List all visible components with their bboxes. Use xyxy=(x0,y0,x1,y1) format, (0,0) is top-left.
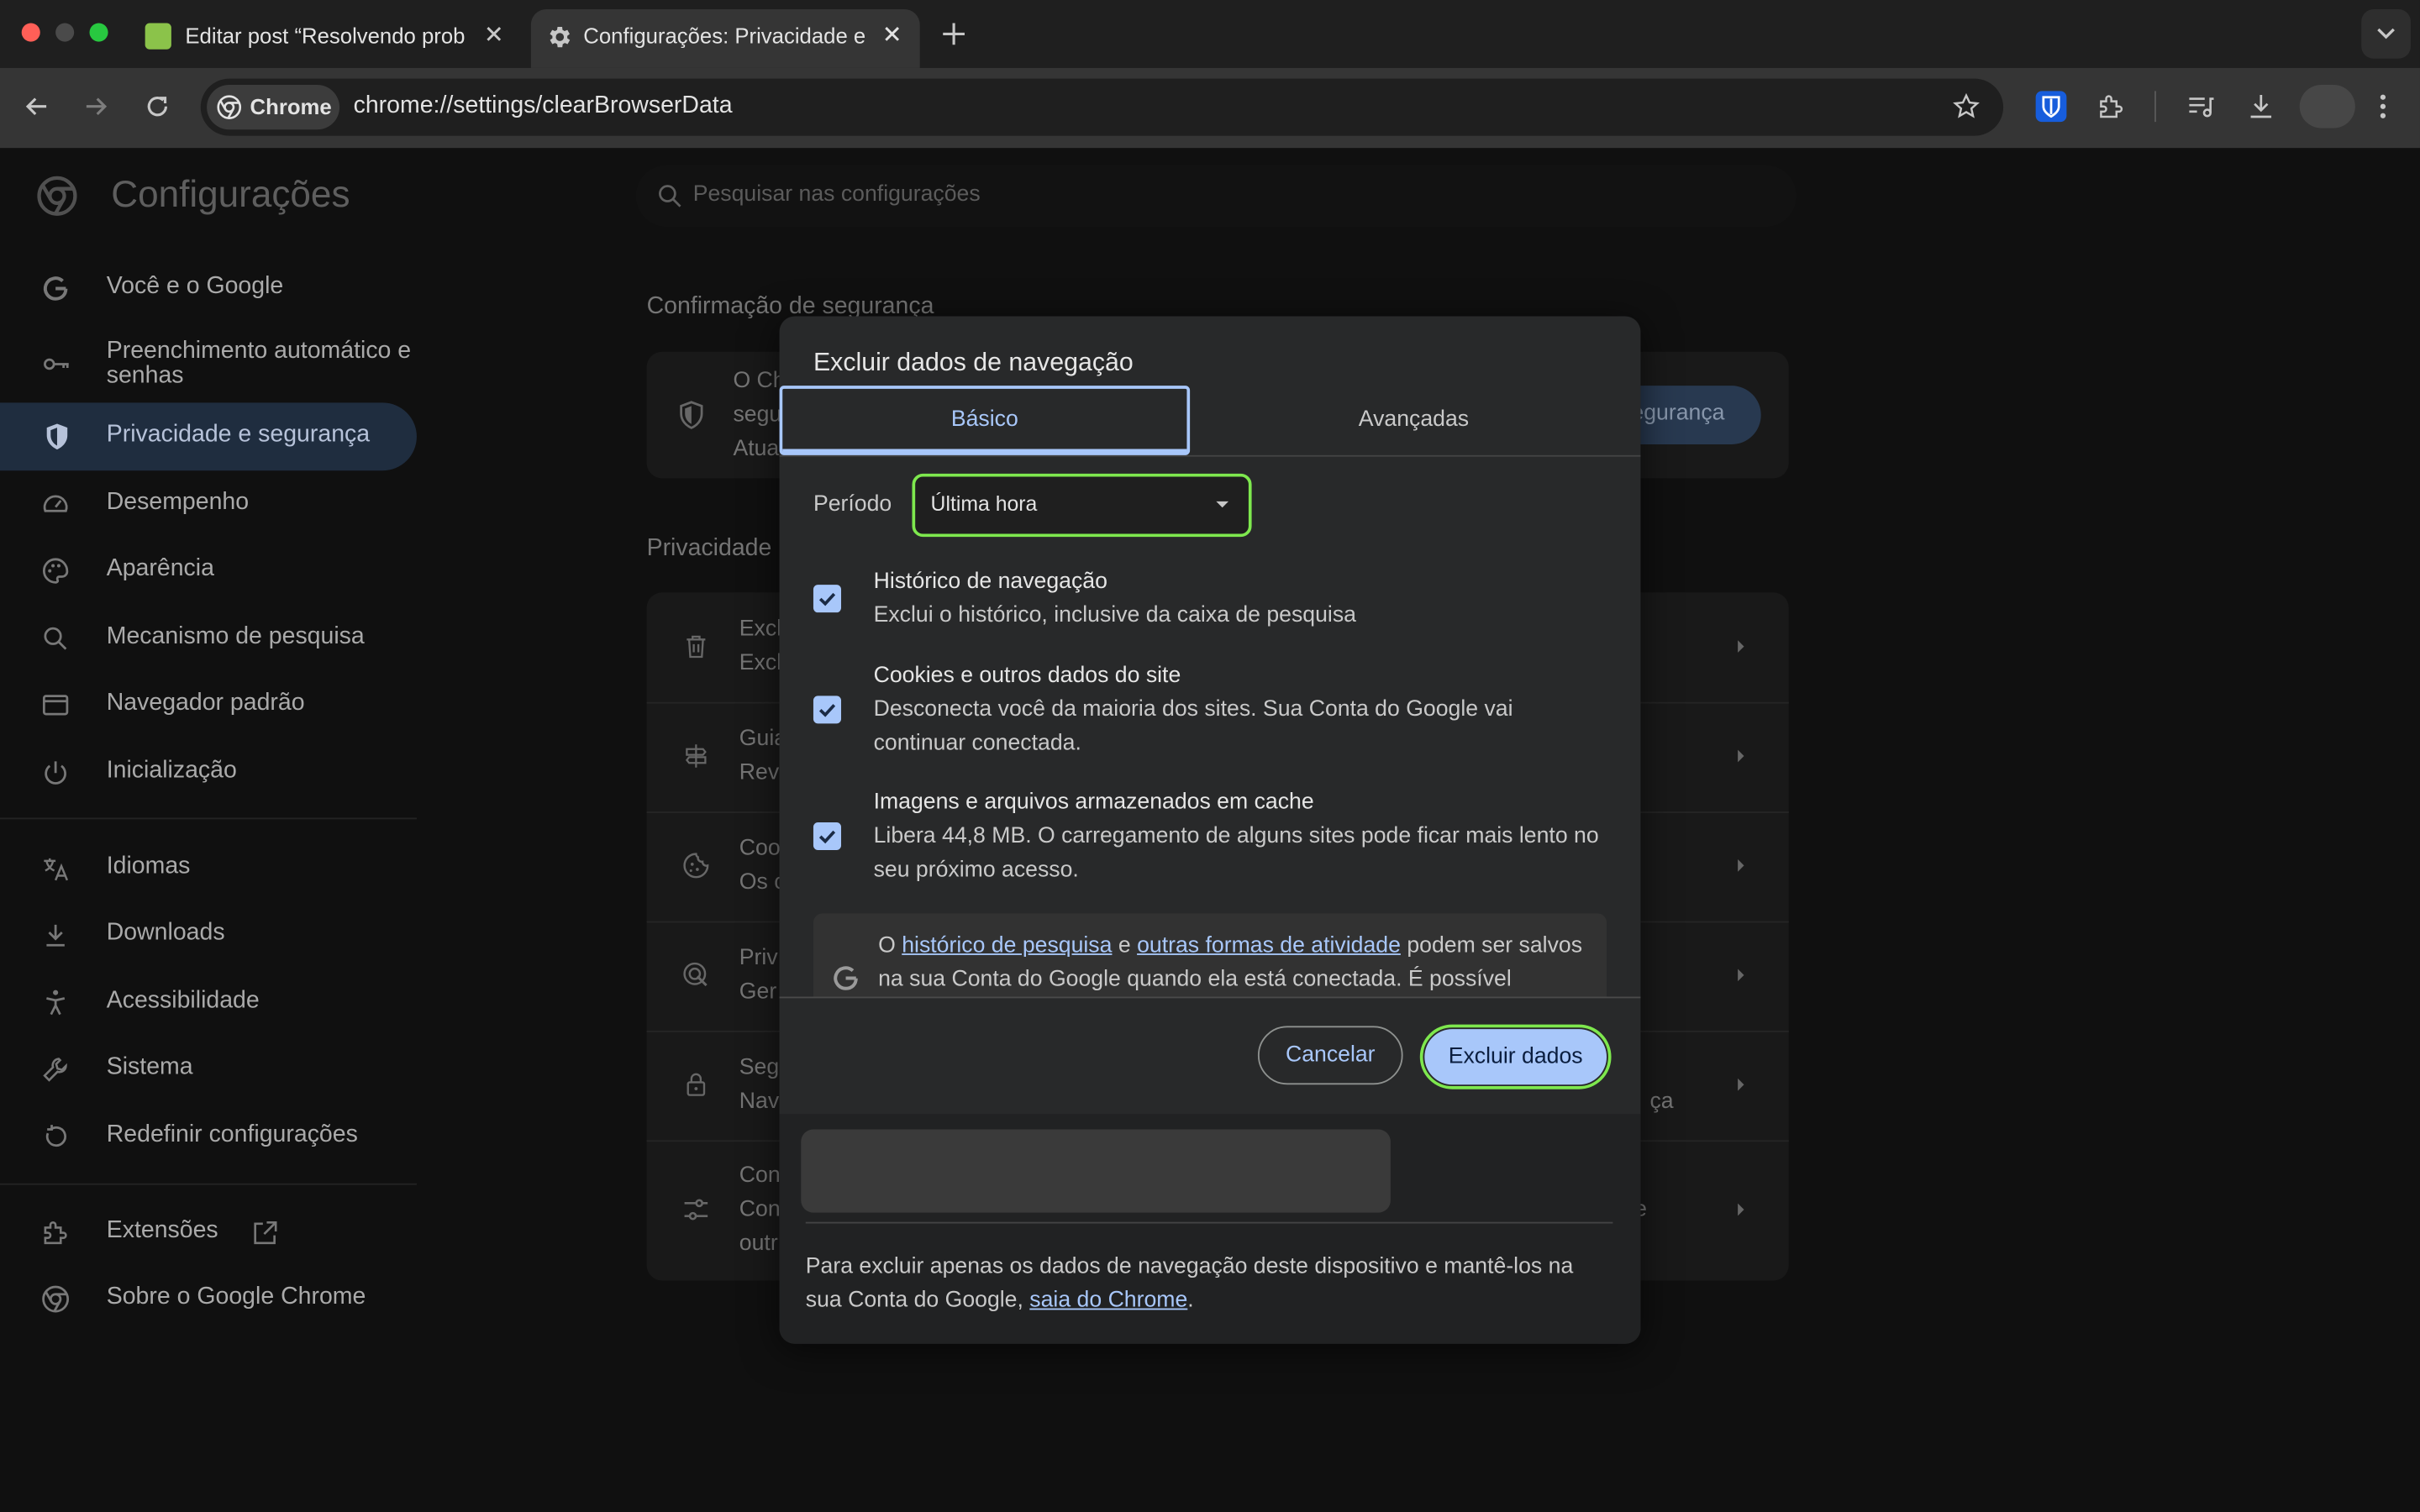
scroll-divider xyxy=(779,996,1641,999)
period-select-value: Última hora xyxy=(930,491,1038,516)
tab-search-button[interactable] xyxy=(2361,9,2411,59)
minimize-window-button[interactable] xyxy=(55,23,75,42)
tab-edit-post[interactable]: Editar post “Resolvendo prob xyxy=(129,9,524,68)
notice-mid: e xyxy=(1112,933,1138,958)
search-history-link[interactable]: histórico de pesquisa xyxy=(902,933,1112,958)
bookmark-star-icon[interactable] xyxy=(1951,91,1982,122)
checkbox-title: Cookies e outros dados do site xyxy=(873,663,1181,689)
new-tab-icon[interactable] xyxy=(939,18,970,50)
checkbox-title: Imagens e arquivos armazenados em cache xyxy=(873,790,1314,815)
cancel-button[interactable]: Cancelar xyxy=(1257,1026,1403,1085)
account-notice: O histórico de pesquisa e outras formas … xyxy=(813,913,1607,997)
notice-prefix: O xyxy=(878,933,902,958)
account-placeholder xyxy=(801,1129,1391,1213)
close-tab-icon[interactable] xyxy=(880,22,904,46)
back-icon[interactable] xyxy=(22,91,53,122)
site-info-chip[interactable]: Chrome xyxy=(207,85,340,130)
gear-icon xyxy=(544,24,572,51)
sign-out-link[interactable]: saia do Chrome xyxy=(1029,1289,1187,1313)
tab-title: Configurações: Privacidade e xyxy=(583,23,866,48)
google-g-icon xyxy=(830,963,861,994)
tab-basic[interactable]: Básico xyxy=(779,386,1191,455)
tab-active-indicator xyxy=(782,449,1187,454)
checkbox-checked[interactable] xyxy=(813,822,842,851)
tab-label: Básico xyxy=(950,407,1018,433)
dropdown-arrow-icon xyxy=(1215,500,1230,509)
close-window-button[interactable] xyxy=(21,23,40,42)
tab-title: Editar post “Resolvendo prob xyxy=(185,23,466,48)
password-manager-extension-icon[interactable] xyxy=(2034,90,2068,123)
tab-settings[interactable]: Configurações: Privacidade e xyxy=(530,9,920,68)
dialog-title: Excluir dados de navegação xyxy=(813,349,1134,377)
avatar[interactable] xyxy=(2299,85,2355,129)
maximize-window-button[interactable] xyxy=(89,23,108,42)
notice-text: O histórico de pesquisa e outras formas … xyxy=(878,929,1594,997)
extensions-puzzle-icon[interactable] xyxy=(2096,91,2127,122)
footer-text-end: . xyxy=(1187,1288,1194,1314)
clear-browsing-data-dialog: Excluir dados de navegação Básico Avança… xyxy=(779,316,1641,1344)
chrome-logo-icon xyxy=(216,94,242,120)
dialog-footer: Para excluir apenas os dados de navegaçã… xyxy=(779,1114,1641,1344)
close-tab-icon[interactable] xyxy=(481,22,506,46)
checkbox-checked[interactable] xyxy=(813,696,842,724)
other-activity-link[interactable]: outras formas de atividade xyxy=(1137,933,1401,958)
tab-advanced[interactable]: Avançadas xyxy=(1196,386,1631,455)
period-select[interactable]: Última hora xyxy=(912,473,1252,538)
wordpress-favicon-icon xyxy=(145,23,171,50)
forward-icon[interactable] xyxy=(81,91,112,122)
checkbox-description: Libera 44,8 MB. O carregamento de alguns… xyxy=(873,823,1599,883)
checkbox-row-cookies[interactable]: Cookies e outros dados do site Desconect… xyxy=(813,664,1616,772)
footer-divider xyxy=(805,1221,1613,1224)
toolbar-divider xyxy=(2154,91,2156,123)
media-controls-icon[interactable] xyxy=(2186,91,2217,122)
checkbox-checked[interactable] xyxy=(813,585,842,613)
chevron-down-icon xyxy=(2377,28,2395,39)
footer-text: Para excluir apenas os dados de navegaçã… xyxy=(806,1250,1608,1318)
checkbox-title: Histórico de navegação xyxy=(873,569,1107,595)
url-text[interactable]: chrome://settings/clearBrowserData xyxy=(354,92,733,120)
checkbox-description: Desconecta você da maioria dos sites. Su… xyxy=(873,697,1513,756)
download-icon[interactable] xyxy=(2245,91,2276,122)
checkbox-row-cache[interactable]: Imagens e arquivos armazenados em cache … xyxy=(813,790,1616,898)
checkbox-description: Exclui o histórico, inclusive da caixa d… xyxy=(873,603,1356,628)
tab-divider xyxy=(779,454,1641,457)
delete-data-button[interactable]: Excluir dados xyxy=(1424,1029,1607,1085)
reload-icon[interactable] xyxy=(142,91,173,122)
period-label: Período xyxy=(813,491,892,517)
site-info-label: Chrome xyxy=(250,94,332,119)
menu-kebab-icon[interactable] xyxy=(2368,91,2399,122)
checkbox-row-history[interactable]: Histórico de navegação Exclui o históric… xyxy=(813,570,1616,647)
tab-label: Avançadas xyxy=(1358,407,1470,433)
